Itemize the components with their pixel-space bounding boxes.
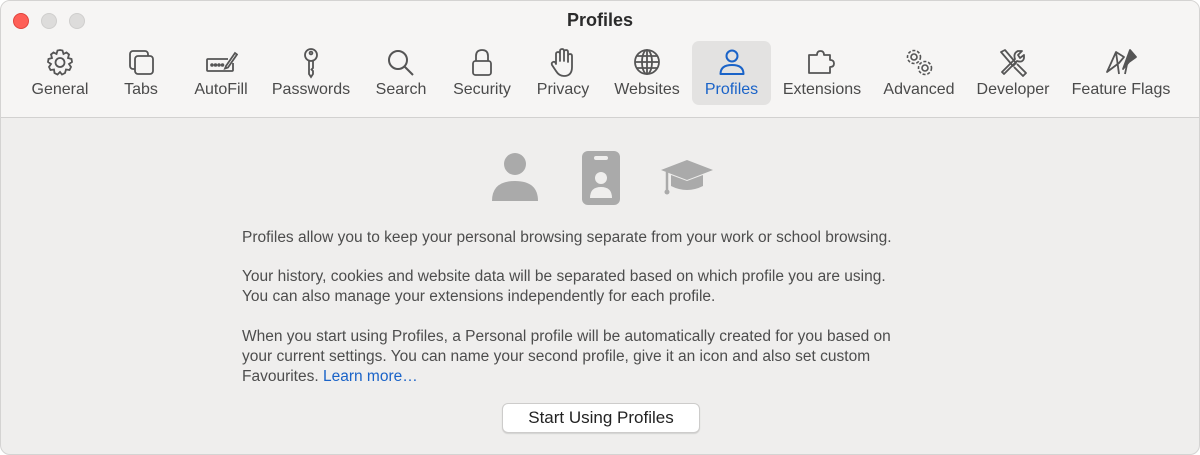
tab-feature-flags-label: Feature Flags	[1071, 81, 1171, 98]
tab-developer[interactable]: Developer	[971, 41, 1055, 105]
separation-text-line-2: You can also manage your extensions inde…	[242, 288, 716, 305]
tab-advanced-label: Advanced	[883, 81, 955, 98]
tab-extensions-label: Extensions	[782, 81, 862, 98]
profiles-pane: Profiles allow you to keep your personal…	[1, 118, 1199, 454]
window-title: Profiles	[566, 10, 634, 30]
personal-profile-text-line-2: your current settings. You can name your…	[242, 348, 871, 365]
tab-tabs[interactable]: Tabs	[111, 41, 171, 105]
tab-security-label: Security	[453, 81, 511, 98]
key-icon	[294, 46, 328, 80]
intro-text: Profiles allow you to keep your personal…	[242, 229, 892, 246]
tools-icon	[996, 46, 1030, 80]
separation-text-line-1: Your history, cookies and website data w…	[242, 268, 886, 285]
lock-icon	[465, 46, 499, 80]
personal-profile-text-line-3: Favourites. Learn more…	[242, 367, 1002, 387]
puzzle-icon	[805, 46, 839, 80]
start-using-profiles-button[interactable]: Start Using Profiles	[502, 403, 700, 433]
tab-general[interactable]: General	[25, 41, 95, 105]
tab-profiles-label: Profiles	[704, 81, 759, 98]
gears-icon	[902, 46, 936, 80]
tab-general-label: General	[31, 81, 89, 98]
tab-websites[interactable]: Websites	[607, 41, 687, 105]
settings-window: Profiles General Tabs AutoFill Passwords…	[0, 0, 1200, 455]
tab-tabs-label: Tabs	[124, 81, 158, 98]
learn-more-link[interactable]: Learn more…	[323, 368, 418, 385]
id-badge-icon	[571, 148, 631, 208]
magnifier-icon	[384, 46, 418, 80]
tab-profiles[interactable]: Profiles	[692, 41, 771, 105]
tab-extensions[interactable]: Extensions	[777, 41, 867, 105]
flags-icon	[1104, 46, 1138, 80]
tab-feature-flags[interactable]: Feature Flags	[1065, 41, 1177, 105]
tab-search[interactable]: Search	[369, 41, 433, 105]
tab-autofill-label: AutoFill	[194, 81, 248, 98]
personal-profile-text-line-1: When you start using Profiles, a Persona…	[242, 328, 891, 345]
person-icon	[485, 148, 545, 208]
tabs-icon	[124, 46, 158, 80]
tab-websites-label: Websites	[614, 81, 680, 98]
person-icon	[715, 46, 749, 80]
gear-icon	[43, 46, 77, 80]
tab-passwords[interactable]: Passwords	[267, 41, 355, 105]
autofill-icon	[204, 46, 238, 80]
graduation-cap-icon	[657, 148, 717, 208]
tab-search-label: Search	[375, 81, 427, 98]
personal-profile-text: When you start using Profiles, a Persona…	[242, 327, 1002, 387]
separation-text: Your history, cookies and website data w…	[242, 267, 1002, 307]
favourites-text: Favourites.	[242, 368, 323, 385]
tab-privacy-label: Privacy	[536, 81, 590, 98]
globe-icon	[630, 46, 664, 80]
hand-icon	[546, 46, 580, 80]
tab-advanced[interactable]: Advanced	[877, 41, 961, 105]
tab-passwords-label: Passwords	[271, 81, 351, 98]
tab-autofill[interactable]: AutoFill	[187, 41, 255, 105]
tab-developer-label: Developer	[976, 81, 1050, 98]
tab-security[interactable]: Security	[445, 41, 519, 105]
title-bar: Profiles General Tabs AutoFill Passwords…	[1, 1, 1199, 118]
tab-privacy[interactable]: Privacy	[531, 41, 595, 105]
